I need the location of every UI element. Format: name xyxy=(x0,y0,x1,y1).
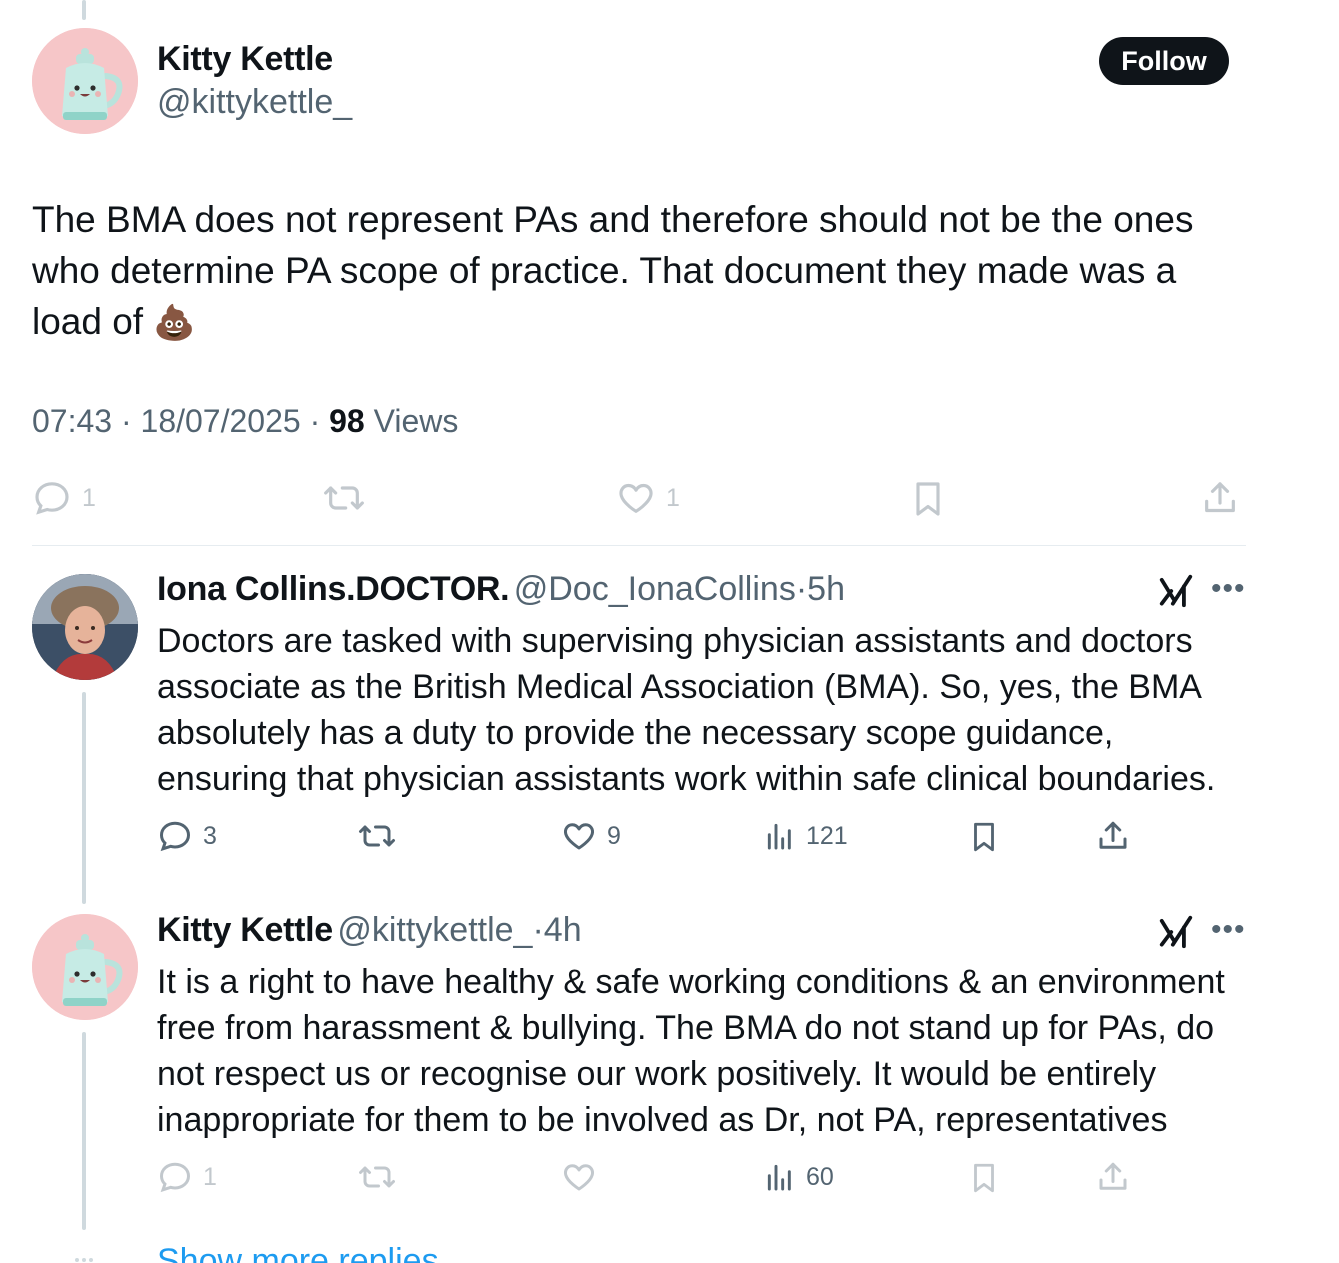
share-button[interactable] xyxy=(1095,818,1131,854)
meta-separator: · xyxy=(120,403,132,439)
like-count: 9 xyxy=(607,821,621,850)
kettle-avatar-icon xyxy=(32,28,138,134)
reply-button[interactable]: 1 xyxy=(32,478,96,518)
views-count: 121 xyxy=(806,821,848,850)
divider xyxy=(32,545,1246,546)
reply-age[interactable]: 5h xyxy=(807,570,845,608)
like-button[interactable] xyxy=(561,1159,597,1195)
reply-icon xyxy=(159,821,191,852)
reply-text: Doctors are tasked with supervising phys… xyxy=(157,622,1216,798)
author-name[interactable]: Iona Collins.DOCTOR. xyxy=(157,570,510,608)
retweet-icon xyxy=(359,825,395,847)
age-separator: · xyxy=(532,911,544,949)
bookmark-icon xyxy=(974,1163,994,1193)
bookmark-icon xyxy=(916,482,940,516)
like-icon xyxy=(619,483,653,513)
tweet-text: The BMA does not represent PAs and there… xyxy=(32,194,1252,349)
poop-emoji: 💩 xyxy=(153,304,196,342)
thread-connector xyxy=(82,1032,86,1230)
grok-icon xyxy=(1159,574,1193,608)
grok-button[interactable] xyxy=(1157,913,1195,956)
reply-button[interactable]: 3 xyxy=(157,818,217,854)
retweet-button[interactable] xyxy=(357,1159,397,1195)
show-more-replies-link[interactable]: Show more replies xyxy=(157,1246,439,1263)
reply-age[interactable]: 4h xyxy=(544,911,582,949)
meta-separator: · xyxy=(309,403,321,439)
reply-header: Iona Collins.DOCTOR. @Doc_IonaCollins·5h xyxy=(157,570,845,609)
author-handle[interactable]: @kittykettle_ xyxy=(337,911,532,949)
author-handle[interactable]: @Doc_IonaCollins xyxy=(514,570,796,608)
bookmark-icon xyxy=(974,822,994,852)
more-icon: ••• xyxy=(1211,572,1246,605)
age-separator: · xyxy=(795,570,808,608)
thread-connector xyxy=(82,692,86,904)
like-button[interactable]: 9 xyxy=(561,818,621,854)
views-button[interactable]: 60 xyxy=(764,1159,834,1195)
thread-connector-top xyxy=(82,0,86,20)
reply-count: 3 xyxy=(203,821,217,850)
grok-button[interactable] xyxy=(1157,572,1195,615)
grok-icon xyxy=(1159,915,1193,949)
share-icon xyxy=(1099,821,1127,849)
show-more-replies-container: Show more replies xyxy=(74,1246,1274,1263)
bookmark-button[interactable] xyxy=(967,818,1001,856)
views-button[interactable]: 121 xyxy=(764,818,848,854)
like-icon xyxy=(564,1164,594,1191)
like-icon xyxy=(564,823,594,850)
more-button[interactable]: ••• xyxy=(1211,915,1246,945)
tweet-meta: 07:43 · 18/07/2025 · 98 Views xyxy=(32,403,458,440)
reply-icon xyxy=(35,482,69,515)
avatar[interactable] xyxy=(32,574,138,680)
retweet-button[interactable] xyxy=(357,818,397,854)
views-count: 98 xyxy=(329,403,365,439)
more-button[interactable]: ••• xyxy=(1211,574,1246,604)
author-handle[interactable]: @kittykettle_ xyxy=(157,83,352,122)
views-label: Views xyxy=(373,403,459,439)
views-count: 60 xyxy=(806,1162,834,1191)
kettle-avatar-icon xyxy=(32,914,138,1020)
avatar[interactable] xyxy=(32,914,138,1020)
share-button[interactable] xyxy=(1095,1159,1131,1195)
share-icon xyxy=(1205,482,1235,513)
bookmark-button[interactable] xyxy=(967,1159,1001,1197)
tweet-date[interactable]: 18/07/2025 xyxy=(141,403,301,439)
views-icon xyxy=(767,823,791,850)
reply-text: It is a right to have healthy & safe wor… xyxy=(157,963,1225,1139)
share-button[interactable] xyxy=(1200,478,1240,518)
like-button[interactable]: 1 xyxy=(616,478,680,518)
reply-count: 1 xyxy=(82,483,96,512)
reply-button[interactable]: 1 xyxy=(157,1159,217,1195)
reply-icon xyxy=(159,1162,191,1193)
reply-header: Kitty Kettle @kittykettle_·4h xyxy=(157,911,582,950)
follow-button[interactable]: Follow xyxy=(1099,37,1229,85)
more-icon: ••• xyxy=(1211,913,1246,946)
retweet-button[interactable] xyxy=(322,478,366,518)
retweet-icon xyxy=(359,1166,395,1188)
tweet-time[interactable]: 07:43 xyxy=(32,403,112,439)
reply-count: 1 xyxy=(203,1162,217,1191)
author-name[interactable]: Kitty Kettle xyxy=(157,911,333,949)
tweet-text-body: The BMA does not represent PAs and there… xyxy=(32,199,1194,342)
author-name[interactable]: Kitty Kettle xyxy=(157,40,333,79)
avatar[interactable] xyxy=(32,28,138,134)
share-icon xyxy=(1099,1162,1127,1190)
more-dots-icon xyxy=(74,1250,94,1262)
bookmark-button[interactable] xyxy=(908,478,948,520)
retweet-icon xyxy=(324,486,364,510)
like-count: 1 xyxy=(666,483,680,512)
views-icon xyxy=(767,1164,791,1191)
profile-photo-icon xyxy=(32,574,138,680)
